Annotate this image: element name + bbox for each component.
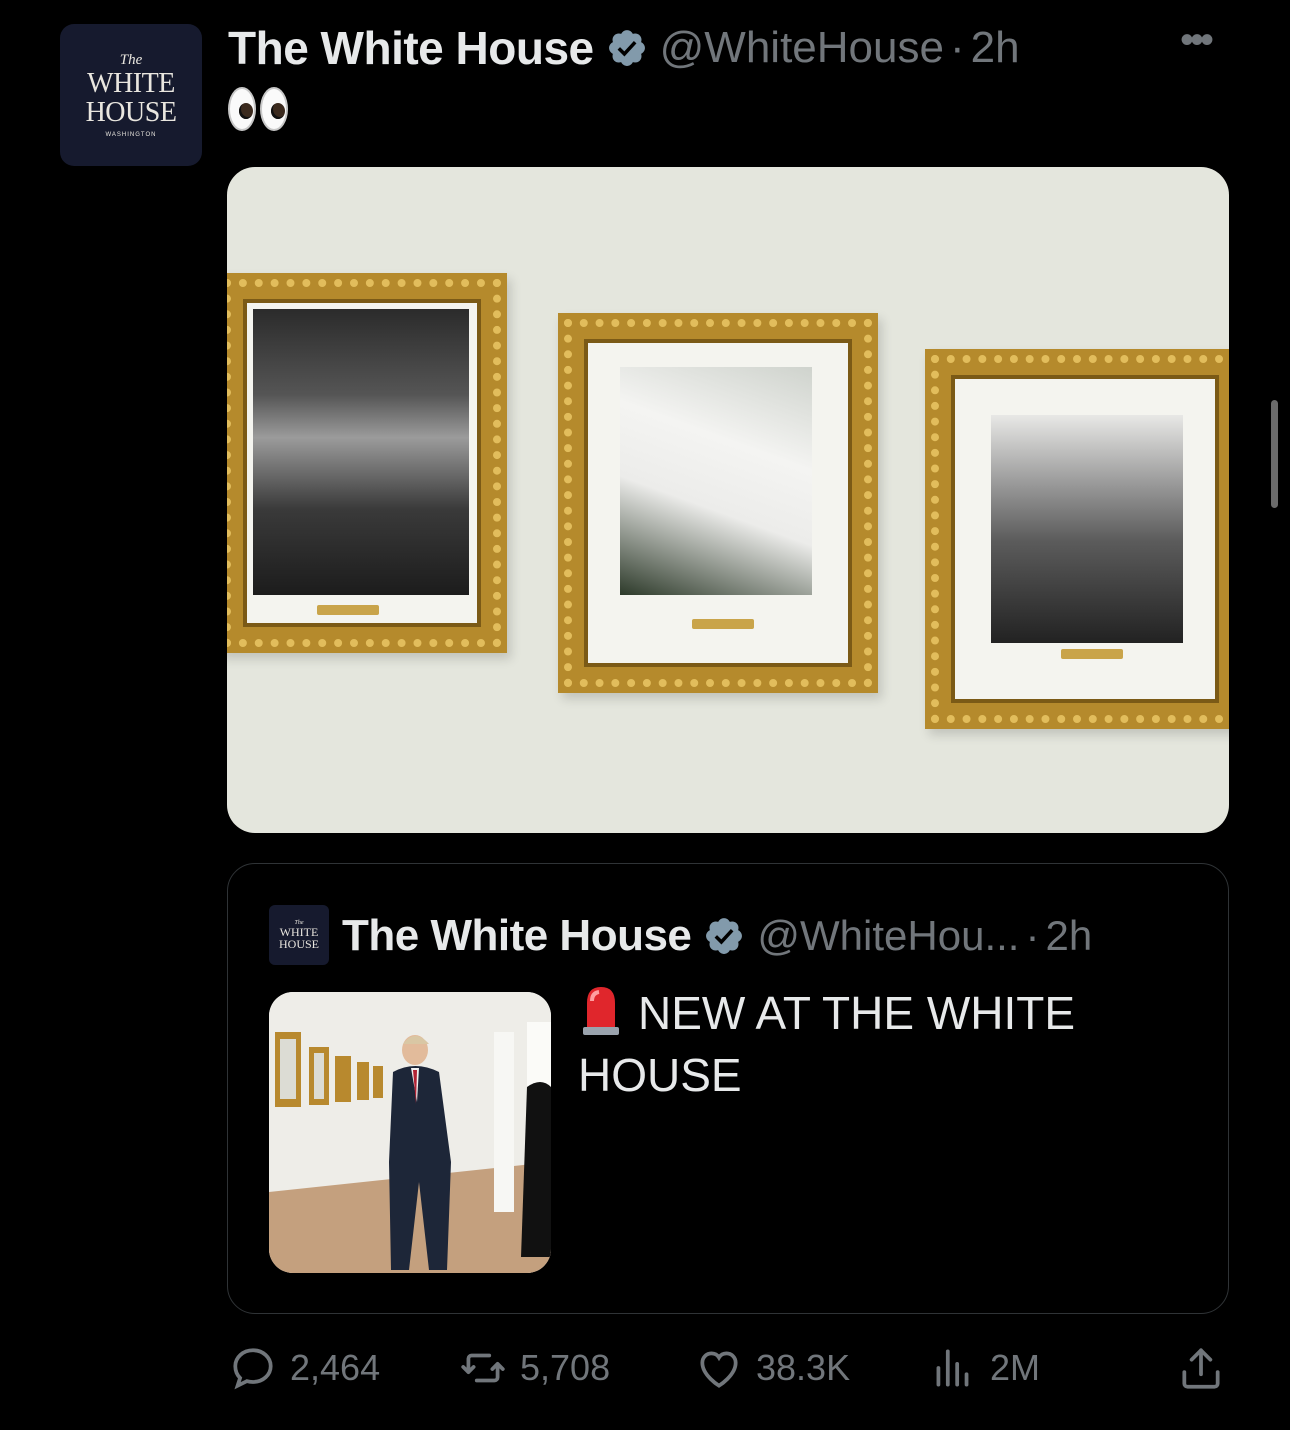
portrait-frame-right [925, 349, 1229, 729]
quoted-author-avatar[interactable]: The WHITE HOUSE [269, 905, 329, 965]
quoted-text-content: NEW AT THE WHITE HOUSE [578, 987, 1076, 1101]
scrollbar[interactable] [1271, 400, 1278, 508]
tweet-action-bar: 2,464 5,708 38.3K 2M [228, 1340, 1228, 1396]
verified-badge-icon[interactable] [606, 27, 648, 69]
reply-icon [233, 1348, 273, 1390]
author-handle[interactable]: @WhiteHouse [660, 23, 944, 73]
quoted-tweet-card[interactable]: The WHITE HOUSE The White House @WhiteHo… [227, 863, 1229, 1314]
reply-button[interactable]: 2,464 [228, 1340, 380, 1396]
quoted-tweet-time: 2h [1045, 912, 1093, 959]
avatar-text-house: HOUSE [85, 97, 177, 128]
eyes-emoji-icon [228, 87, 288, 131]
quoted-tweet-header: The White House @WhiteHou... · 2h [342, 908, 1092, 964]
tweet-header: The White House @WhiteHouse · 2h [228, 20, 1020, 76]
tweet-media-image[interactable] [227, 167, 1229, 833]
quoted-avatar-house: HOUSE [278, 937, 319, 951]
portrait-frame-center [558, 313, 878, 693]
quoted-separator-dot: · [1025, 912, 1040, 959]
views-chart-icon [936, 1349, 969, 1387]
avatar-text-white: WHITE [87, 68, 175, 99]
quoted-author-handle: @WhiteHou... [757, 912, 1020, 959]
repost-count: 5,708 [520, 1347, 611, 1388]
views-count: 2M [990, 1347, 1041, 1388]
quoted-tweet-text: NEW AT THE WHITE HOUSE [578, 982, 1178, 1106]
like-count: 38.3K [756, 1347, 851, 1388]
portrait-frame-left [227, 273, 507, 653]
tweet-time[interactable]: 2h [971, 23, 1020, 73]
reply-count: 2,464 [290, 1347, 381, 1388]
quoted-media-thumbnail[interactable] [269, 992, 551, 1273]
views-button[interactable]: 2M [928, 1340, 1040, 1396]
separator-dot: · [949, 23, 965, 72]
repost-button[interactable]: 5,708 [458, 1340, 610, 1396]
share-button[interactable] [1176, 1340, 1238, 1396]
share-icon [1182, 1348, 1220, 1389]
avatar-text-washington: WASHINGTON [105, 132, 157, 138]
quoted-author-name: The White House [342, 911, 692, 960]
author-name[interactable]: The White House [228, 21, 594, 75]
repost-icon [461, 1353, 505, 1383]
rotating-light-icon [583, 987, 619, 1035]
heart-icon [700, 1351, 738, 1388]
like-button[interactable]: 38.3K [694, 1340, 850, 1396]
tweet-text [228, 84, 288, 134]
author-avatar[interactable]: The WHITE HOUSE WASHINGTON [60, 24, 202, 166]
avatar-text-the: The [119, 52, 143, 68]
corridor-photo [269, 992, 551, 1273]
more-icon[interactable]: ••• [1180, 20, 1214, 60]
quoted-verified-badge-icon [706, 918, 743, 954]
